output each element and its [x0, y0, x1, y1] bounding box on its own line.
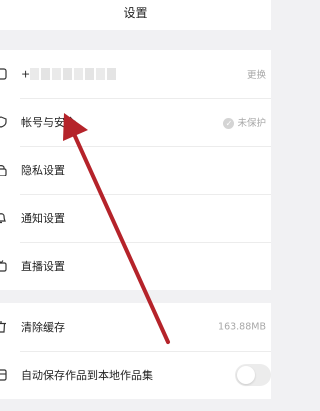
notification-settings-row[interactable]: 通知设置: [0, 194, 271, 242]
account-security-row[interactable]: 帐号与安全 ✓ 未保护: [0, 98, 271, 146]
security-status-text: 未保护: [237, 118, 266, 129]
phone-row[interactable]: + 更换: [0, 50, 271, 98]
cache-size: 163.88MB: [218, 321, 266, 333]
save-icon: [0, 369, 8, 381]
page-title: 设置: [0, 0, 271, 30]
auto-save-toggle[interactable]: [235, 364, 271, 386]
live-settings-row[interactable]: 直播设置: [0, 242, 271, 290]
storage-settings-group: 清除缓存 163.88MB 自动保存作品到本地作品集: [0, 303, 271, 399]
security-status: ✓ 未保护: [223, 115, 266, 129]
toggle-knob: [237, 366, 255, 384]
live-settings-label: 直播设置: [21, 260, 65, 273]
settings-screen: 设置 + 更换 帐号与安全 ✓ 未保护 隐私设置 通知设置 直播设置 清除缓存 …: [0, 0, 271, 411]
privacy-settings-label: 隐私设置: [21, 164, 65, 177]
live-icon: [0, 260, 8, 272]
phone-icon: [0, 68, 8, 80]
phone-prefix: +: [21, 67, 31, 81]
clear-cache-row[interactable]: 清除缓存 163.88MB: [0, 303, 271, 351]
privacy-settings-row[interactable]: 隐私设置: [0, 146, 271, 194]
lock-icon: [0, 164, 8, 176]
account-settings-group: + 更换 帐号与安全 ✓ 未保护 隐私设置 通知设置 直播设置: [0, 50, 271, 290]
notification-settings-label: 通知设置: [21, 212, 65, 225]
page-title-text: 设置: [123, 6, 148, 20]
phone-number-blurred: [30, 68, 116, 80]
trash-icon: [0, 321, 8, 333]
shield-icon: [0, 116, 8, 128]
clear-cache-label: 清除缓存: [21, 321, 65, 334]
change-phone-link[interactable]: 更换: [247, 67, 266, 81]
account-security-label: 帐号与安全: [21, 116, 76, 129]
check-circle-icon: ✓: [223, 118, 235, 129]
auto-save-row: 自动保存作品到本地作品集: [0, 351, 271, 399]
bell-icon: [0, 212, 8, 224]
auto-save-label: 自动保存作品到本地作品集: [21, 369, 153, 382]
